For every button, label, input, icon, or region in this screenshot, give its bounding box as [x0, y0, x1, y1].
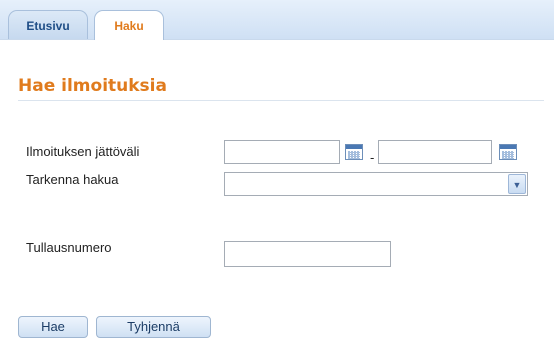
tab-etusivu[interactable]: Etusivu: [8, 10, 88, 39]
date-range-separator: -: [370, 150, 375, 165]
customs-number-input[interactable]: [224, 241, 391, 267]
date-from-input[interactable]: [224, 140, 340, 164]
customs-number-label: Tullausnumero: [26, 240, 112, 255]
tab-haku[interactable]: Haku: [94, 10, 164, 40]
clear-button[interactable]: Tyhjennä: [96, 316, 211, 338]
tab-bar: Etusivu Haku: [0, 0, 554, 40]
title-divider: [18, 100, 544, 101]
refine-search-select[interactable]: ▼: [224, 172, 528, 196]
date-to-input[interactable]: [378, 140, 492, 164]
calendar-icon[interactable]: [499, 144, 517, 160]
chevron-down-icon[interactable]: ▼: [508, 174, 526, 194]
calendar-icon[interactable]: [345, 144, 363, 160]
date-range-label: Ilmoituksen jättöväli: [26, 144, 140, 159]
refine-search-label: Tarkenna hakua: [26, 172, 119, 187]
search-button[interactable]: Hae: [18, 316, 88, 338]
page-title: Hae ilmoituksia: [18, 76, 167, 96]
